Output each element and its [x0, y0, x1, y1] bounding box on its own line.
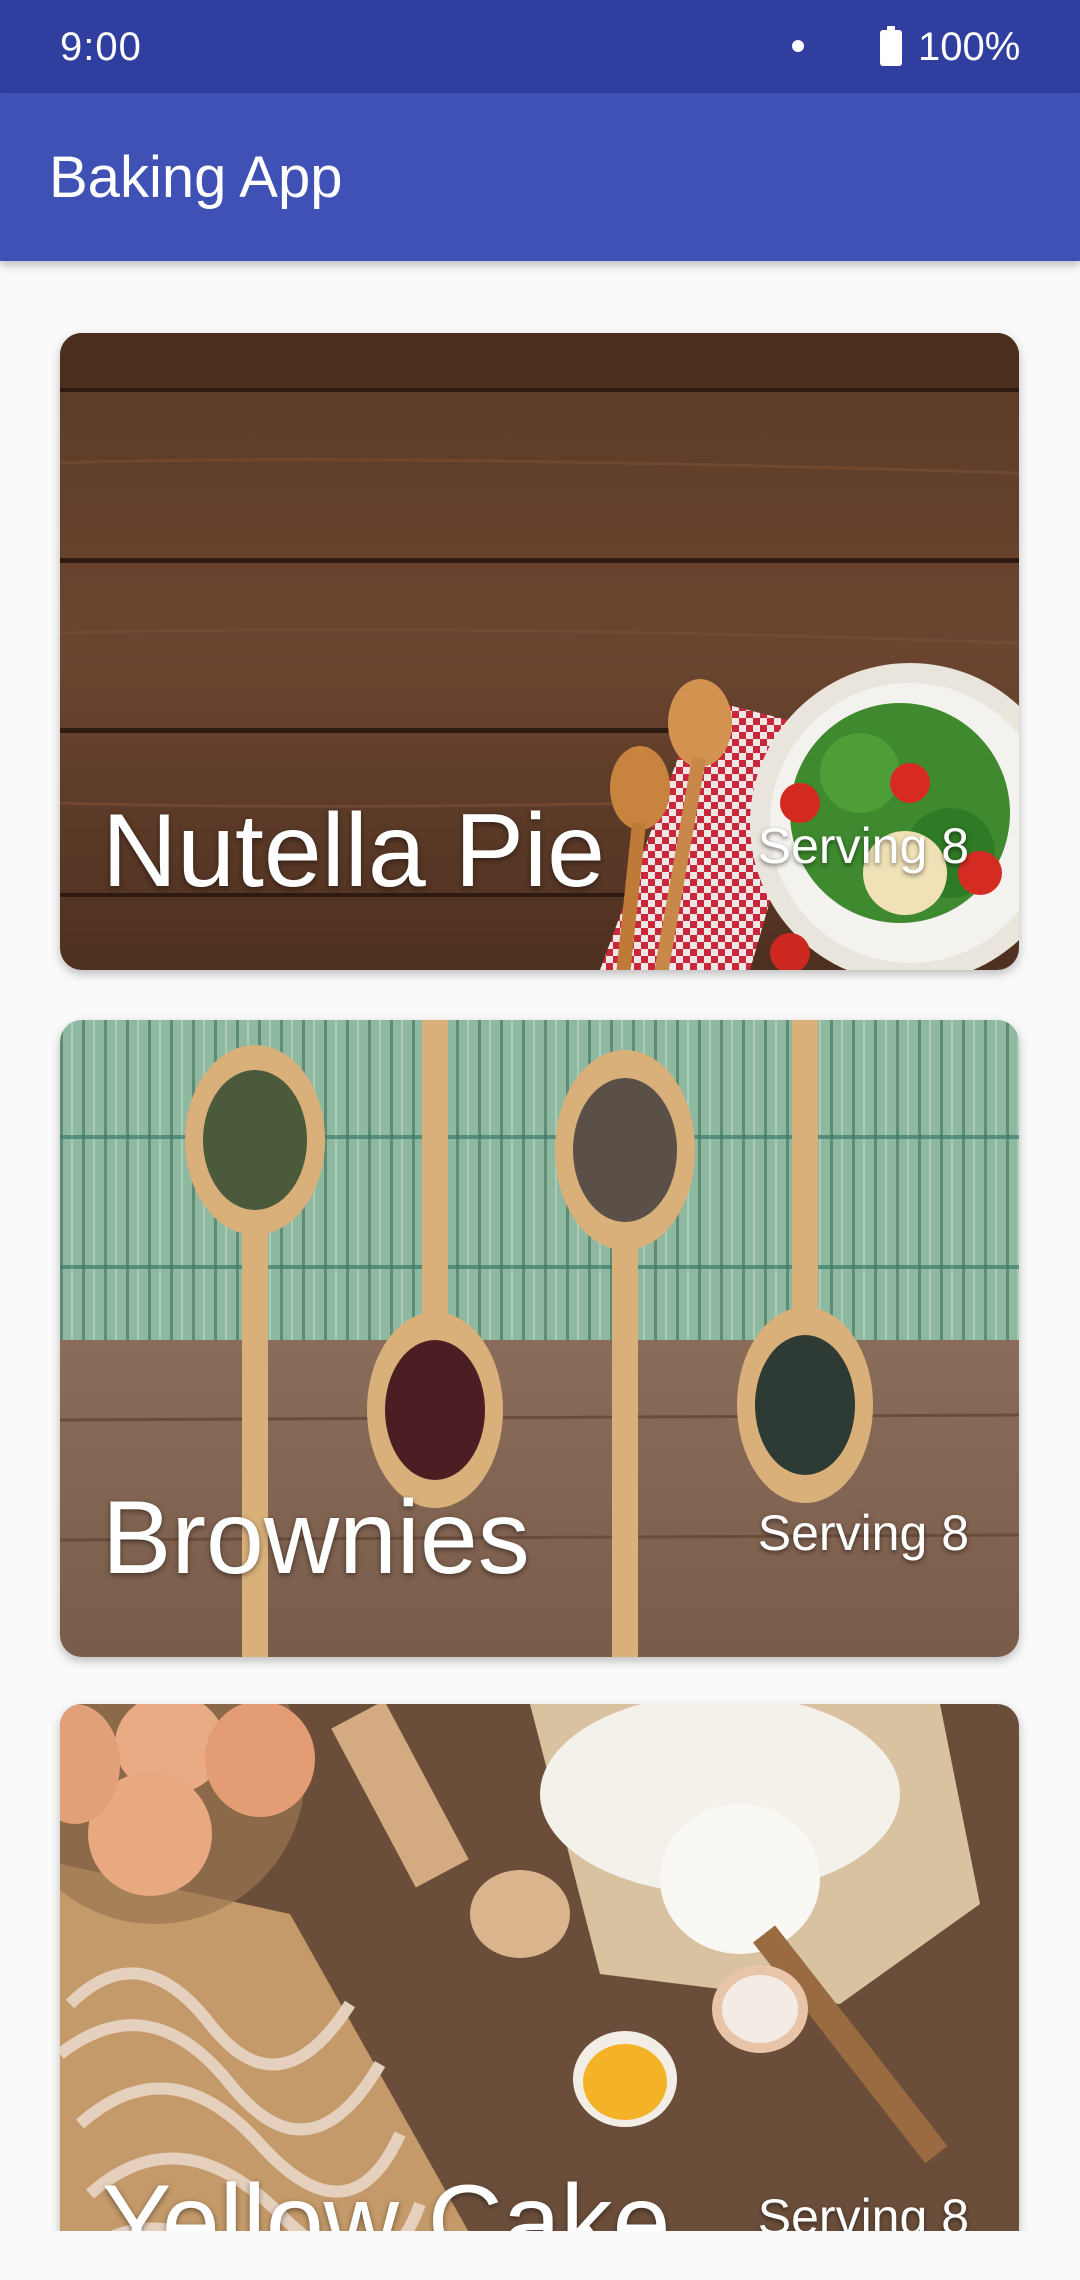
app-title: Baking App [49, 145, 343, 210]
recipe-serving: Serving 8 [757, 1505, 969, 1561]
status-time: 9:00 [60, 25, 142, 69]
recipe-list[interactable]: Nutella Pie Serving 8 Brownies Serving 8… [0, 261, 1080, 2231]
recipe-image [60, 1704, 1019, 2231]
notification-dot-icon [792, 40, 804, 52]
recipe-serving: Serving 8 [757, 2189, 969, 2231]
recipe-card[interactable]: Brownies Serving 8 [60, 1020, 1019, 1657]
recipe-card[interactable]: Yellow Cake Serving 8 [60, 1704, 1019, 2231]
recipe-serving: Serving 8 [757, 818, 969, 874]
recipe-card[interactable]: Nutella Pie Serving 8 [60, 333, 1019, 970]
battery-percentage: 100% [918, 25, 1021, 69]
battery-icon [880, 26, 902, 66]
app-bar: Baking App [0, 93, 1080, 261]
status-bar: 9:00 100% [0, 0, 1080, 93]
navigation-bar [0, 2231, 1080, 2280]
